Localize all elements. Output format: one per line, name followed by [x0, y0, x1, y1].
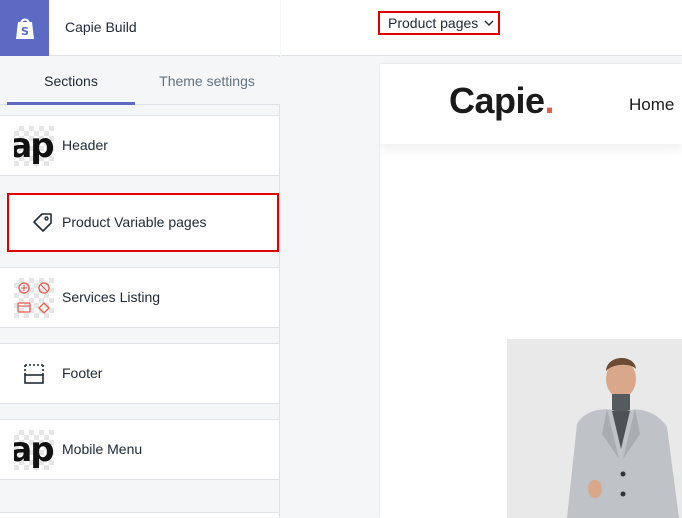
section-label: Product Variable pages	[62, 214, 207, 230]
brand-logo[interactable]: Capie.	[449, 80, 555, 122]
editor-topbar: Product pages	[281, 0, 682, 56]
services-thumbnail-icon	[14, 278, 54, 318]
sidebar-tabs: Sections Theme settings	[0, 57, 280, 105]
mobile-menu-thumbnail-icon: ap	[14, 430, 54, 470]
section-label: Footer	[62, 365, 103, 381]
section-label: Header	[62, 137, 108, 153]
section-item-mobile-menu[interactable]: ap Mobile Menu	[0, 419, 279, 480]
section-label: Mobile Menu	[62, 441, 143, 457]
section-item-header[interactable]: ap Header	[0, 115, 279, 176]
shopify-bag-icon[interactable]: S	[0, 0, 49, 56]
product-image	[507, 339, 682, 518]
tab-sections[interactable]: Sections	[7, 57, 135, 105]
store-name: Capie Build	[65, 19, 137, 35]
chevron-down-icon	[484, 20, 494, 27]
page-type-selector-label: Product pages	[388, 15, 479, 31]
page-type-selector[interactable]: Product pages	[378, 11, 500, 35]
nav-link-home[interactable]: Home	[629, 95, 674, 115]
sidebar-bottom-edge	[0, 512, 279, 518]
tab-theme-settings[interactable]: Theme settings	[140, 57, 274, 105]
section-item-product-variable-pages[interactable]: Product Variable pages	[7, 193, 279, 252]
preview-header: Capie. Home	[380, 64, 682, 144]
header-thumbnail-icon: ap	[14, 126, 54, 166]
svg-text:S: S	[21, 25, 29, 38]
sidebar-topbar: S Capie Build	[0, 0, 280, 56]
tag-icon	[23, 203, 63, 243]
section-item-footer[interactable]: Footer	[0, 343, 279, 404]
footer-layout-icon	[14, 354, 54, 394]
section-item-services-listing[interactable]: Services Listing	[0, 267, 279, 328]
theme-preview: Capie. Home	[380, 64, 682, 518]
section-label: Services Listing	[62, 289, 161, 305]
sidebar: S Capie Build Sections Theme settings ap…	[0, 0, 280, 518]
